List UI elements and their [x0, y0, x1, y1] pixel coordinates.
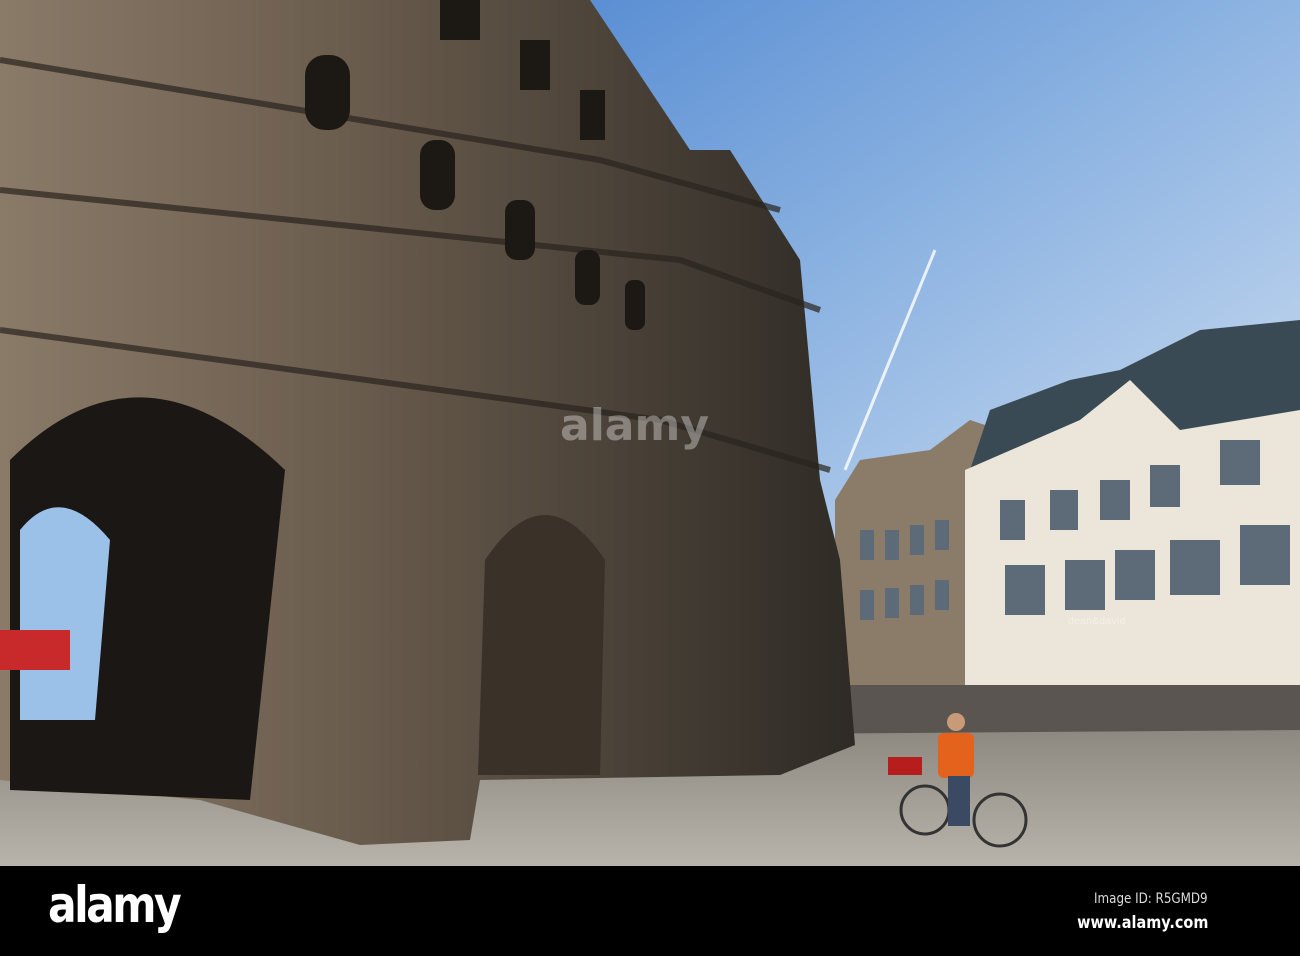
- watermark-footer: alamy Image ID: R5GMD9 www.alamy.com: [0, 866, 1300, 956]
- small-arch: [478, 515, 605, 775]
- image-id: Image ID: R5GMD9: [1094, 891, 1208, 907]
- photo: dean&david alamy: [0, 0, 1300, 866]
- shop-sign: dean&david: [1068, 616, 1126, 627]
- watermark: alamy: [560, 400, 709, 451]
- site-url: www.alamy.com: [1076, 913, 1208, 933]
- red-bus: [0, 630, 70, 670]
- arch-view: [20, 507, 110, 720]
- alamy-logo: alamy: [48, 876, 182, 934]
